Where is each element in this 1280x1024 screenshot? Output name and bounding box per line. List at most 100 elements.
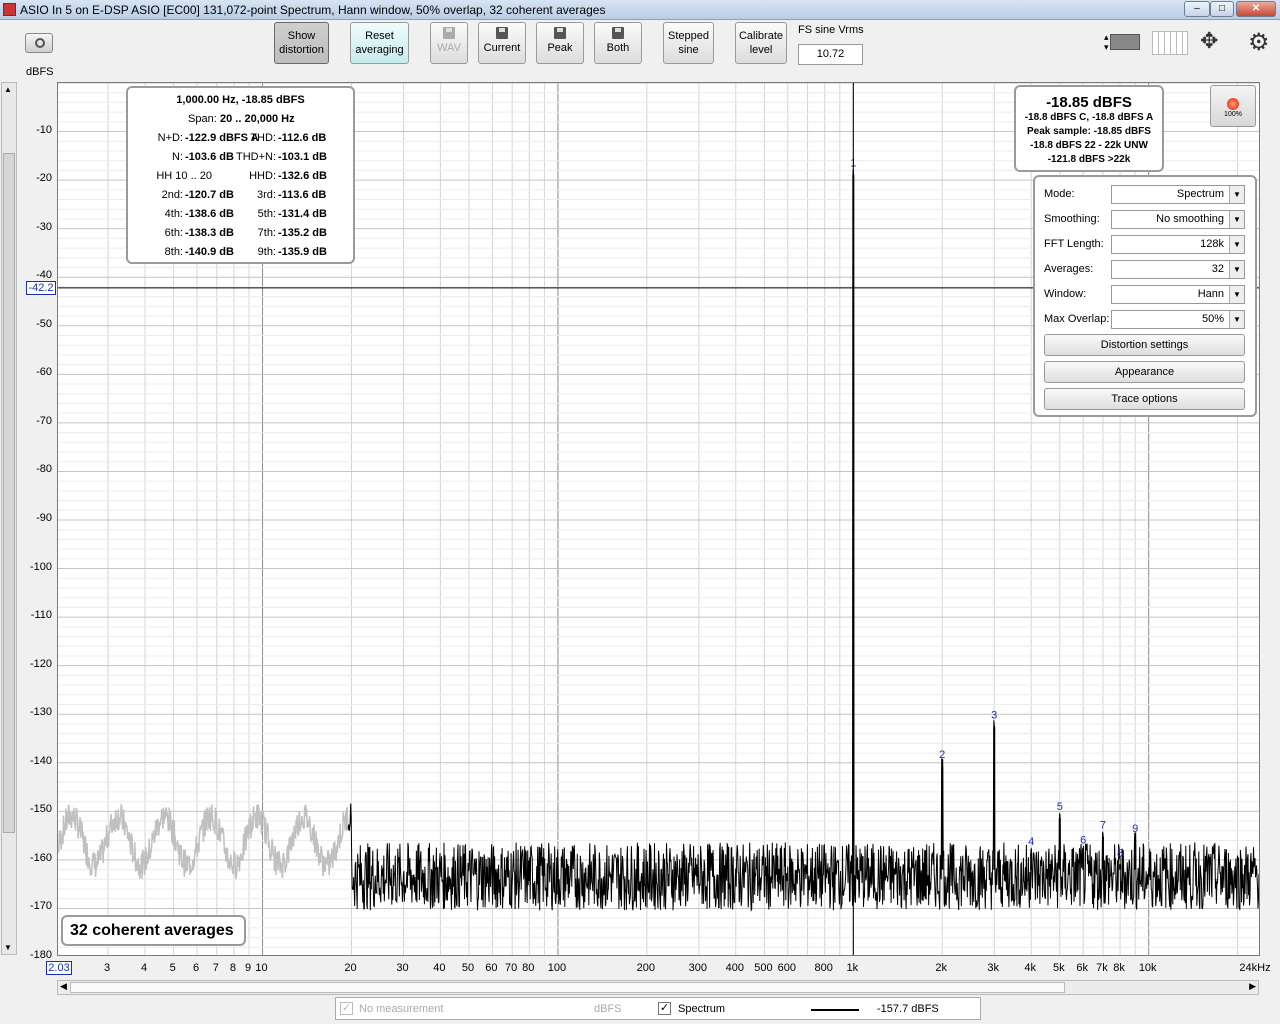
level-line-4: -121.8 dBFS >22k <box>1047 154 1131 165</box>
y-tick-label: -50 <box>36 317 52 330</box>
y-tick-label: -90 <box>36 512 52 524</box>
y-tick-label: -10 <box>36 123 52 136</box>
appearance-button[interactable]: Appearance <box>1044 361 1245 383</box>
record-percent: 100% <box>1224 111 1242 118</box>
chevron-down-icon: ▼ <box>1229 211 1244 228</box>
x-tick-label: 24kHz <box>1239 962 1271 974</box>
grid-icon[interactable] <box>1152 31 1188 55</box>
harmonic-label: 4 <box>1028 836 1034 848</box>
x-tick-label: 600 <box>777 962 796 974</box>
spectrum-checkbox[interactable]: ✓ <box>658 1002 671 1015</box>
y-tick-label: -100 <box>29 560 52 573</box>
max-overlap-select[interactable]: 50% ▼ <box>1111 310 1245 329</box>
move-arrows-icon[interactable]: ✥ <box>1200 28 1218 54</box>
y-tick-label: -170 <box>29 900 52 913</box>
app-icon <box>3 3 16 16</box>
save-current-button[interactable]: Current <box>478 22 526 64</box>
y-tick-label: -70 <box>36 414 52 427</box>
harmonic-label: 2 <box>939 749 945 761</box>
x-tick-label: 10 <box>255 962 268 974</box>
x-tick-label: 2k <box>935 962 948 974</box>
y-tick-label: -150 <box>29 803 52 816</box>
y-tick-label: -60 <box>36 366 52 379</box>
span-label: Span: <box>188 113 217 125</box>
no-measurement-checkbox[interactable]: ✓ <box>340 1002 353 1015</box>
harmonic-label: 3 <box>991 709 997 721</box>
distortion-settings-button[interactable]: Distortion settings <box>1044 334 1245 356</box>
y-tick-label: -80 <box>36 463 52 476</box>
layout-icon[interactable]: ▴ ▾ <box>1104 30 1142 56</box>
y-axis-unit: dBFS <box>26 66 54 78</box>
x-start-box: 2.03 <box>46 961 72 975</box>
wav-button[interactable]: WAV <box>430 22 468 64</box>
fs-sine-input[interactable]: 10.72 <box>798 44 863 65</box>
minimize-button[interactable]: – <box>1184 1 1210 17</box>
scroll-left-icon[interactable]: ◀ <box>60 981 67 992</box>
span-value: 20 .. 20,000 Hz <box>220 113 295 125</box>
spectrum-value: -157.7 dBFS <box>877 1003 939 1015</box>
trace-options-button[interactable]: Trace options <box>1044 388 1245 410</box>
gear-icon[interactable]: ⚙ <box>1248 28 1270 57</box>
save-both-button[interactable]: Both <box>594 22 642 64</box>
y-tick-label: -140 <box>29 754 52 767</box>
x-tick-label: 100 <box>547 962 567 974</box>
chevron-down-icon: ▼ <box>1229 311 1244 328</box>
scroll-right-icon[interactable]: ▶ <box>1249 981 1256 992</box>
distortion-label: 5th: <box>257 208 276 220</box>
distortion-label: 7th: <box>257 227 276 239</box>
x-tick-label: 20 <box>344 962 357 974</box>
y-tick-label: -110 <box>30 609 52 622</box>
save-icon <box>496 27 508 39</box>
averages-select[interactable]: 32 ▼ <box>1111 260 1245 279</box>
distortion-label: THD+N: <box>235 151 276 163</box>
y-tick-label: -40 <box>36 269 52 282</box>
harmonic-label: 9 <box>1132 823 1138 835</box>
window-select[interactable]: Hann ▼ <box>1111 285 1245 304</box>
stepped-sine-button[interactable]: Stepped sine <box>663 22 714 64</box>
mode-select[interactable]: Spectrum ▼ <box>1111 185 1245 204</box>
title-bar: ASIO In 5 on E-DSP ASIO [EC00] 131,072-p… <box>0 0 1280 20</box>
camera-icon[interactable] <box>25 33 53 53</box>
x-tick-label: 1k <box>846 962 859 974</box>
max-overlap-label: Max Overlap: <box>1044 313 1110 325</box>
record-icon <box>1227 98 1239 110</box>
distortion-label: 3rd: <box>257 189 276 201</box>
reset-averaging-button[interactable]: Reset averaging <box>350 22 409 64</box>
x-tick-label: 3 <box>104 962 111 974</box>
scroll-thumb[interactable] <box>70 982 1065 993</box>
cursor-value-box: -42.2 <box>26 281 56 295</box>
horizontal-scrollbar[interactable]: ◀ ▶ <box>57 980 1259 995</box>
close-button[interactable]: ✕ <box>1236 1 1276 17</box>
distortion-value: -113.6 dB <box>278 189 327 201</box>
show-distortion-button[interactable]: Show distortion <box>274 22 329 64</box>
smoothing-select[interactable]: No smoothing ▼ <box>1111 210 1245 229</box>
save-peak-button[interactable]: Peak <box>536 22 584 64</box>
record-button[interactable]: 100% <box>1210 85 1256 127</box>
maximize-button[interactable]: □ <box>1210 1 1234 17</box>
level-readout: -18.85 dBFS -18.8 dBFS C, -18.8 dBFS A P… <box>1014 85 1164 172</box>
harmonic-label: 7 <box>1100 820 1106 832</box>
legend-unit: dBFS <box>594 1003 622 1015</box>
window-title: ASIO In 5 on E-DSP ASIO [EC00] 131,072-p… <box>20 3 606 17</box>
chevron-down-icon: ▼ <box>1229 186 1244 203</box>
x-tick-label: 3k <box>987 962 1000 974</box>
distortion-header: 1,000.00 Hz, -18.85 dBFS <box>176 94 305 106</box>
scroll-up-icon[interactable]: ▲ <box>4 85 12 94</box>
calibrate-level-button[interactable]: Calibrate level <box>735 22 787 64</box>
chevron-down-icon: ▼ <box>1229 261 1244 278</box>
spectrum-label: Spectrum <box>678 1003 726 1015</box>
x-tick-label: 30 <box>396 962 409 974</box>
chevron-down-icon: ▼ <box>1229 236 1244 253</box>
fft-length-select[interactable]: 128k ▼ <box>1111 235 1245 254</box>
mode-label: Mode: <box>1044 188 1075 200</box>
distortion-value: -135.9 dB <box>278 246 327 258</box>
distortion-value: -135.2 dB <box>278 227 327 239</box>
controls-panel: Mode: Spectrum ▼ Smoothing: No smoothing ▼… <box>1033 175 1257 417</box>
save-icon <box>612 27 624 39</box>
x-tick-label: 300 <box>688 962 708 974</box>
smoothing-label: Smoothing: <box>1044 213 1100 225</box>
fft-length-label: FFT Length: <box>1044 238 1104 250</box>
scroll-thumb[interactable] <box>3 153 15 833</box>
distortion-value: -132.6 dB <box>278 170 327 182</box>
y-tick-label: -130 <box>29 706 52 719</box>
